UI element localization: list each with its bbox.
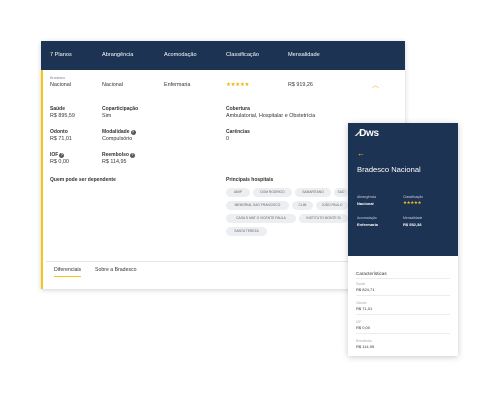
mobile-row-value: R$ 824,71	[356, 287, 375, 292]
modality-label: Modalidade	[102, 129, 130, 135]
health-value: R$ 895,59	[50, 113, 75, 119]
hospital-tag: DOM RODRIGO	[253, 188, 292, 197]
mobile-plan-title: Bradesco Nacional	[357, 165, 421, 174]
grace-value: 0	[226, 136, 229, 142]
mobile-plan-card: ⁄⁄Dws ← Bradesco Nacional Abrangência Na…	[348, 123, 458, 356]
mobile-row-value: R$ 71,01	[356, 306, 373, 311]
divider	[356, 278, 450, 279]
rating-stars: ★★★★★	[226, 82, 250, 88]
divider	[356, 314, 450, 315]
hospital-tag: JOÃO PAULO	[316, 201, 348, 210]
divider	[46, 261, 398, 262]
dental-value: R$ 71,01	[50, 136, 72, 142]
mobile-header-panel: ⁄⁄Dws ← Bradesco Nacional Abrangência Na…	[348, 123, 458, 256]
hospital-tag: SAMARITANO	[295, 188, 331, 197]
help-icon[interactable]: ?	[59, 152, 65, 158]
mobile-row-label: IOF	[356, 320, 362, 324]
mobile-row-value: R$ 0,00	[356, 325, 371, 330]
hospital-tag: MEMORIAL SAO FRANCISCO	[226, 201, 289, 210]
plan-coverage: Nacional	[102, 82, 123, 88]
grace-label: Carências	[226, 129, 250, 135]
dental-label: Odonto	[50, 129, 68, 135]
mobile-rating-stars: ★★★★★	[403, 200, 422, 205]
header-plans: 7 Planos	[50, 52, 72, 58]
cover-value: Ambulatorial, Hospitalar e Obstetrícia	[226, 113, 316, 119]
hospital-tag: AMIP	[226, 188, 250, 197]
mobile-row-label: Reembolso	[356, 339, 373, 343]
chevron-up-icon[interactable]: ︿	[372, 80, 379, 90]
modality-value: Compulsório	[102, 136, 133, 142]
mobile-row-value: R$ 114,95	[356, 344, 375, 349]
selected-plan-accent	[41, 70, 43, 289]
tab-differentials[interactable]: Diferenciais	[54, 267, 82, 277]
header-accommodation[interactable]: Acomodação	[164, 52, 197, 58]
plan-price: R$ 919,26	[288, 82, 313, 88]
help-icon[interactable]: ?	[130, 129, 136, 135]
mobile-monthly-label: Mensalidade	[403, 216, 423, 220]
copay-value: Sim	[102, 113, 112, 119]
copay-label: Coparticipação	[102, 106, 139, 112]
mobile-rating-label: Classificação	[403, 195, 423, 199]
cover-label: Cobertura	[226, 106, 250, 112]
plans-table-header: 7 Planos Abrangência Acomodação Classifi…	[41, 41, 405, 70]
mobile-monthly-value: R$ 552,38	[403, 222, 422, 227]
iof-value: R$ 0,00	[50, 159, 69, 165]
dependents-label: Quem pode ser dependente	[50, 177, 116, 183]
hospitals-label: Principais hospitais	[226, 177, 274, 183]
hospital-tag: CASA S MAT O VICENTE PAULA	[226, 214, 296, 223]
divider	[356, 295, 450, 296]
iof-label: IOF	[50, 152, 59, 158]
mobile-accommodation-label: Acomodação	[357, 216, 377, 220]
hospital-tag: INSTITUTO MONTE SI	[299, 214, 348, 223]
refund-value: R$ 114,95	[102, 159, 127, 165]
tab-about-bradesco[interactable]: Sobre a Bradesco	[95, 267, 137, 276]
header-monthly[interactable]: Mensalidade	[288, 52, 320, 58]
hospital-tag: SAO	[334, 188, 348, 197]
mobile-section-title: Características	[356, 271, 387, 276]
plan-name: Nacional	[50, 82, 71, 88]
plan-operator: Bradesco	[50, 76, 66, 80]
hospital-tag: SANTA TEREZA	[226, 227, 267, 236]
hospital-tag: CLIM	[292, 201, 313, 210]
back-arrow-icon[interactable]: ←	[357, 149, 365, 158]
plan-accommodation: Enfermaria	[164, 82, 191, 88]
iof-field: IOF?	[50, 152, 65, 158]
dws-logo: ⁄⁄Dws	[355, 128, 379, 139]
divider	[356, 333, 450, 334]
mobile-row-label: Odonto	[356, 301, 367, 305]
modality-field: Modalidade?	[102, 129, 136, 135]
header-coverage[interactable]: Abrangência	[102, 52, 133, 58]
header-rating[interactable]: Classificação	[226, 52, 259, 58]
mobile-accommodation-value: Enfermaria	[357, 222, 378, 227]
health-label: Saúde	[50, 106, 66, 112]
refund-field: Reembolso?	[102, 152, 135, 158]
mobile-row-label: Saúde	[356, 282, 366, 286]
refund-label: Reembolso	[102, 152, 129, 158]
mobile-coverage-label: Abrangência	[357, 195, 377, 199]
help-icon[interactable]: ?	[129, 152, 135, 158]
mobile-coverage-value: Nacional	[357, 201, 374, 206]
